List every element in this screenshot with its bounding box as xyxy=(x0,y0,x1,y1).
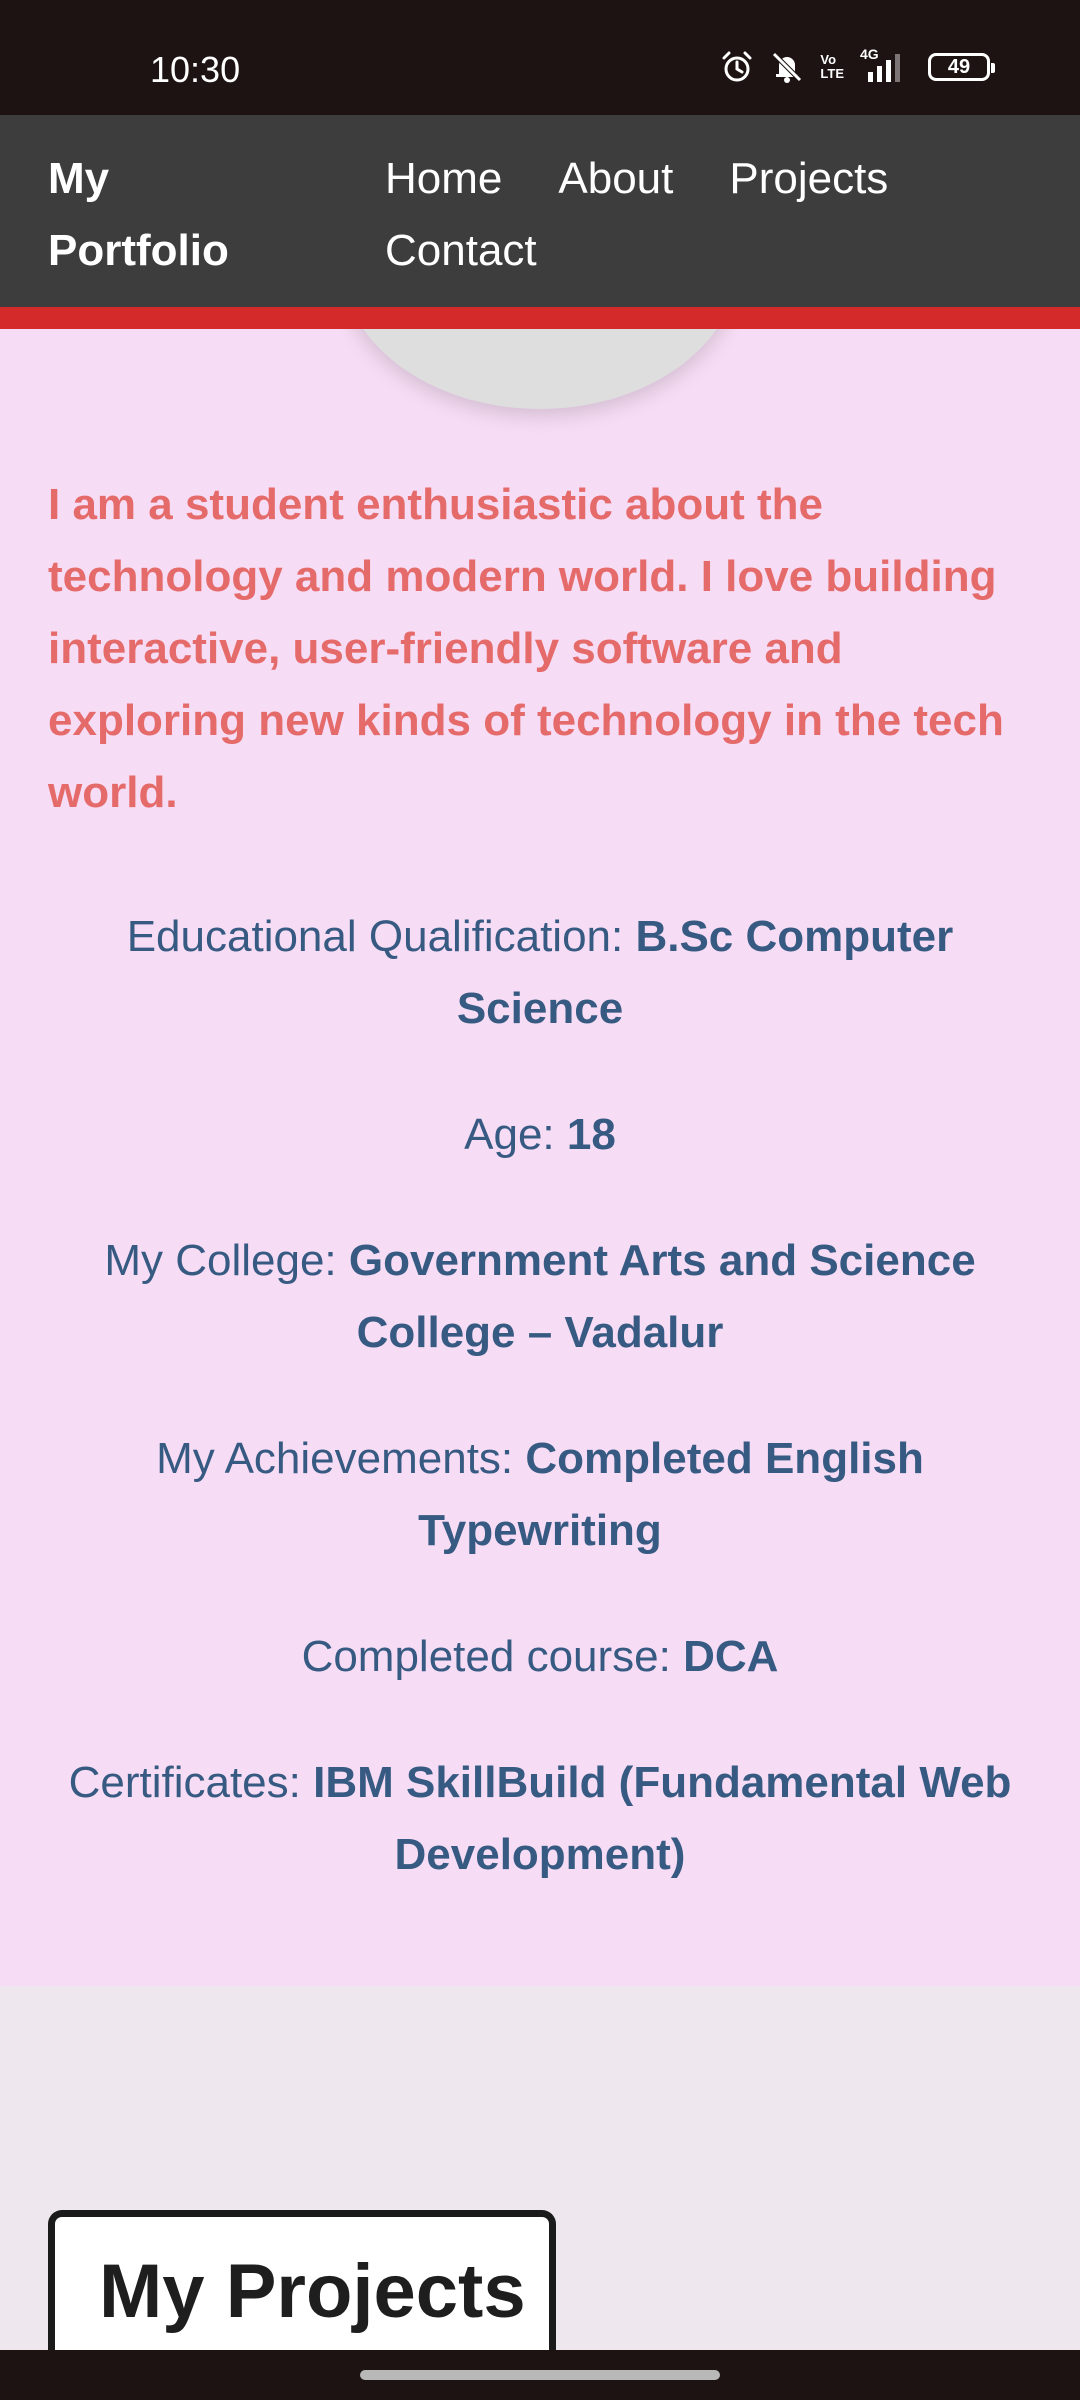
info-course: Completed course: DCA xyxy=(40,1621,1040,1693)
home-gesture-handle[interactable] xyxy=(360,2370,720,2380)
info-label: Completed course: xyxy=(301,1632,684,1681)
info-value: Government Arts and Science College – Va… xyxy=(348,1236,976,1357)
volte-top-text: Vo xyxy=(820,52,837,67)
info-label: Age: xyxy=(464,1110,567,1159)
projects-heading: My Projects xyxy=(99,2249,526,2334)
info-certificates: Certificates: IBM SkillBuild (Fundamenta… xyxy=(40,1747,1040,1891)
info-college: My College: Government Arts and Science … xyxy=(40,1225,1040,1369)
status-time: 10:30 xyxy=(150,49,241,90)
info-label: My Achievements: xyxy=(156,1434,526,1483)
info-label: Educational Qualification: xyxy=(126,912,636,961)
nav-link-projects[interactable]: Projects xyxy=(729,143,888,215)
gesture-navigation-bar xyxy=(0,2350,1080,2400)
projects-heading-card: My Projects xyxy=(48,2210,556,2360)
info-list: Educational Qualification: B.Sc Computer… xyxy=(40,901,1040,1945)
intro-text: I am a student enthusiastic about the te… xyxy=(48,480,1004,817)
brand-line-2: Portfolio xyxy=(48,226,229,275)
nav-links: Home About Projects Contact xyxy=(385,143,1045,287)
info-label: Certificates: xyxy=(68,1758,314,1807)
status-icons: Vo LTE 4G 49 xyxy=(720,46,995,84)
nav-link-home[interactable]: Home xyxy=(385,143,502,215)
nav-link-contact[interactable]: Contact xyxy=(385,215,537,287)
info-achievements: My Achievements: Completed English Typew… xyxy=(40,1423,1040,1567)
info-age: Age: 18 xyxy=(40,1099,1040,1171)
info-education: Educational Qualification: B.Sc Computer… xyxy=(40,901,1040,1045)
brand-line-1: My xyxy=(48,154,110,203)
volte-bottom-text: LTE xyxy=(820,66,844,81)
volte-icon: Vo LTE xyxy=(820,53,844,81)
profile-avatar xyxy=(340,329,740,409)
about-section: I am a student enthusiastic about the te… xyxy=(0,329,1080,1986)
signal-icon: 4G xyxy=(860,46,906,84)
battery-icon: 49 xyxy=(928,53,995,81)
nav-link-about[interactable]: About xyxy=(558,143,673,215)
info-label: My College: xyxy=(104,1236,349,1285)
mute-icon xyxy=(770,50,804,84)
info-value: 18 xyxy=(566,1110,616,1159)
navbar: My Portfolio Home About Projects Contact xyxy=(0,115,1080,329)
status-bar: 10:30 Vo LTE 4G 49 xyxy=(0,0,1080,115)
info-value: DCA xyxy=(683,1632,779,1681)
alarm-icon xyxy=(720,50,754,84)
brand-logo[interactable]: My Portfolio xyxy=(48,143,308,287)
info-value: IBM SkillBuild (Fundamental Web Developm… xyxy=(313,1758,1012,1879)
